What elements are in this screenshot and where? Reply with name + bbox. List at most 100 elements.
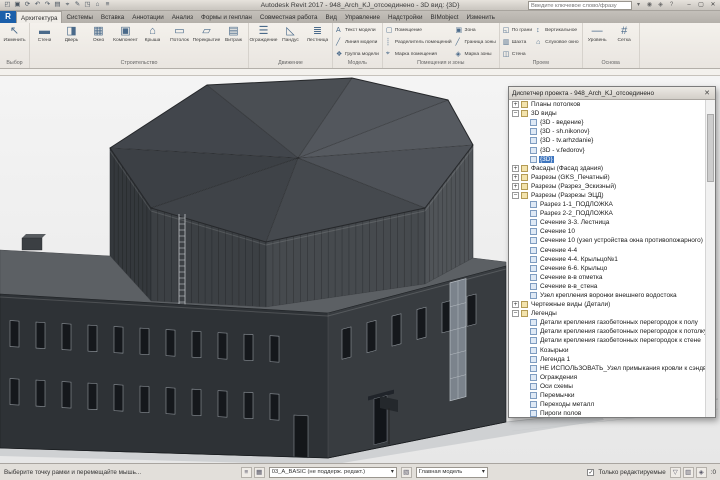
ribbon-button-Крыша[interactable]: ⌂ Крыша <box>139 24 166 59</box>
ribbon-button-Слуховое окно[interactable]: ⌂ Слуховое окно <box>534 36 581 48</box>
tree-item[interactable]: + Фасады (Фасад здания) <box>509 164 705 173</box>
tag-icon[interactable]: ✎ <box>73 0 82 10</box>
ribbon-button-Текст модели[interactable]: A Текст модели <box>334 24 381 36</box>
search-input[interactable] <box>528 1 632 10</box>
default-3d-view-icon[interactable]: ⌂ <box>93 0 102 10</box>
background-process-icon[interactable]: ◈ <box>695 466 707 478</box>
tree-item[interactable]: Переходы металл <box>509 400 705 409</box>
tab-Анализ[interactable]: Анализ <box>168 11 197 23</box>
tab-Изменить[interactable]: Изменить <box>463 11 499 23</box>
tab-Аннотации[interactable]: Аннотации <box>128 11 167 23</box>
maximize-button[interactable]: ▢ <box>696 1 706 10</box>
ribbon-button-Перекрытие[interactable]: ▱ Перекрытие <box>193 24 221 59</box>
ribbon-button-Стена[interactable]: ▬ Стена <box>31 24 58 59</box>
measure-icon[interactable]: ⌖ <box>63 0 72 10</box>
scrollbar-thumb[interactable] <box>707 114 714 182</box>
tab-Совместная работа[interactable]: Совместная работа <box>256 11 322 23</box>
close-icon[interactable]: ✕ <box>702 89 712 97</box>
ribbon-button-Дверь[interactable]: ◨ Дверь <box>58 24 85 59</box>
tab-Надстройки[interactable]: Надстройки <box>384 11 427 23</box>
tree-expander-icon[interactable]: − <box>512 110 519 118</box>
redo-icon[interactable]: ↷ <box>43 0 52 10</box>
ribbon-button-По грани[interactable]: ◱ По грани <box>501 24 534 36</box>
tree-item[interactable]: Сечение в-в_стена <box>509 282 705 291</box>
tree-item[interactable]: {3D - sh.nikonov} <box>509 127 705 136</box>
tree-expander-icon[interactable]: − <box>512 191 519 199</box>
tree-item[interactable]: − Легенды <box>509 309 705 318</box>
project-browser-tree[interactable]: + Планы потолков −3D виды {3D - ведение} {3D… <box>509 100 705 417</box>
ribbon-button-Граница зоны[interactable]: ╱ Граница зоны <box>454 36 498 48</box>
tree-item[interactable]: Детали крепления газобетонных перегородо… <box>509 327 705 336</box>
ribbon-button-Вертикальное[interactable]: ↕ Вертикальное <box>534 24 581 36</box>
tree-item[interactable]: − Разрезы (Разрезы ЭЦД) <box>509 191 705 200</box>
ribbon-button-Витраж[interactable]: ▤ Витраж <box>220 24 247 59</box>
tree-item[interactable]: Пироги полов <box>509 409 705 417</box>
tree-item[interactable]: Перемычки <box>509 391 705 400</box>
tree-item[interactable]: Детали крепления газобетонных перегородо… <box>509 336 705 345</box>
tree-item[interactable]: Легенда 1 <box>509 355 705 364</box>
ribbon-button-Лестница[interactable]: ≣ Лестница <box>304 24 331 59</box>
tree-item[interactable]: Ограждения <box>509 373 705 382</box>
tree-item[interactable]: Сечение в-в отметка <box>509 273 705 282</box>
workset-display-icon[interactable]: ▦ <box>253 466 265 478</box>
tab-Архитектура[interactable]: Архитектура <box>16 11 63 23</box>
tree-item[interactable]: {3D - tv.arhzdanie} <box>509 136 705 145</box>
tab-Вставка[interactable]: Вставка <box>97 11 128 23</box>
close-button[interactable]: ✕ <box>708 1 718 10</box>
tree-item[interactable]: + Разрезы (GKS_Печатный) <box>509 173 705 182</box>
tree-item[interactable]: + Чертежные виды (Детали) <box>509 300 705 309</box>
ribbon-button-Сетка[interactable]: # Сетка <box>611 24 638 59</box>
tab-Вид[interactable]: Вид <box>322 11 341 23</box>
tree-expander-icon[interactable]: + <box>512 173 519 181</box>
tree-expander-icon[interactable]: + <box>512 164 519 172</box>
tree-item[interactable]: Козырьки <box>509 346 705 355</box>
search-dropdown-icon[interactable]: ▾ <box>634 1 643 10</box>
tree-item[interactable]: + Разрезы (Разрез_Эскизный) <box>509 182 705 191</box>
sync-icon[interactable]: ⟳ <box>23 0 32 10</box>
tree-item[interactable]: Разрез 1-1_ПОДЛОЖКА <box>509 200 705 209</box>
panel-scrollbar[interactable] <box>705 100 715 417</box>
tree-item[interactable]: Сечение 4-4 <box>509 246 705 255</box>
tree-item[interactable]: Оси схемы <box>509 382 705 391</box>
design-options-icon[interactable]: ▧ <box>400 466 412 478</box>
minimize-button[interactable]: – <box>684 1 694 10</box>
ribbon-button-Линия модели[interactable]: ╱ Линия модели <box>334 36 381 48</box>
design-option-dropdown[interactable]: Главная модель ▾ <box>415 466 488 478</box>
thin-lines-icon[interactable]: ≡ <box>103 0 112 10</box>
tab-Управление[interactable]: Управление <box>341 11 384 23</box>
tree-item[interactable]: Сечение 3-3. Лестница <box>509 218 705 227</box>
active-workset-dropdown[interactable]: 03_A_BASIC (не поддерж. редакт.) ▾ <box>268 466 397 478</box>
project-browser-panel[interactable]: Диспетчер проекта - 948_Arch_KJ_отсоедин… <box>508 86 716 418</box>
ribbon-button-Пандус[interactable]: ◺ Пандус <box>277 24 304 59</box>
tree-item[interactable]: {3D - ведение} <box>509 118 705 127</box>
tree-item[interactable]: Узел крепления воронки внешнего водосток… <box>509 291 705 300</box>
project-browser-title-bar[interactable]: Диспетчер проекта - 948_Arch_KJ_отсоедин… <box>509 87 715 100</box>
tree-item[interactable]: {3D} <box>509 155 705 164</box>
tree-expander-icon[interactable]: + <box>512 301 519 309</box>
editable-only-checkbox[interactable]: ✓ <box>587 468 595 476</box>
tree-item[interactable]: Сечение 4-4. Крыльцо№1 <box>509 255 705 264</box>
ribbon-button-Шахта[interactable]: ▥ Шахта <box>501 36 534 48</box>
tree-item[interactable]: Сечение 6-6. Крыльцо <box>509 264 705 273</box>
tree-expander-icon[interactable]: + <box>512 182 519 190</box>
tree-item[interactable]: {3D - v.fedorov} <box>509 145 705 154</box>
ribbon-button-Изменить[interactable]: ↖ Изменить <box>1 24 28 59</box>
tree-item[interactable]: НЕ ИСПОЛЬЗОВАТЬ_Узел примыкания кровли к… <box>509 364 705 373</box>
ribbon-button-Окно[interactable]: ▦ Окно <box>85 24 112 59</box>
tree-expander-icon[interactable]: − <box>512 310 519 318</box>
ribbon-button-Уровень[interactable]: — Уровень <box>584 24 611 59</box>
tree-item[interactable]: Сечение 10 <box>509 227 705 236</box>
section-icon[interactable]: ◳ <box>83 0 92 10</box>
tree-item[interactable]: Детали крепления газобетонных перегородо… <box>509 318 705 327</box>
save-icon[interactable]: ▣ <box>13 0 22 10</box>
undo-icon[interactable]: ↶ <box>33 0 42 10</box>
ribbon-button-Разделитель помещений[interactable]: ┊ Разделитель помещений <box>384 36 454 48</box>
ribbon-button-Помещение[interactable]: ▢ Помещение <box>384 24 454 36</box>
ribbon-button-Ограждение[interactable]: ☰ Ограждение <box>249 24 277 59</box>
signin-icon[interactable]: ◉ <box>645 1 654 10</box>
tree-item[interactable]: − 3D виды <box>509 109 705 118</box>
print-icon[interactable]: ▤ <box>53 0 62 10</box>
select-toggle-icon[interactable]: ▥ <box>682 466 694 478</box>
application-menu-button[interactable]: R <box>0 11 16 23</box>
tree-expander-icon[interactable]: + <box>512 101 519 109</box>
